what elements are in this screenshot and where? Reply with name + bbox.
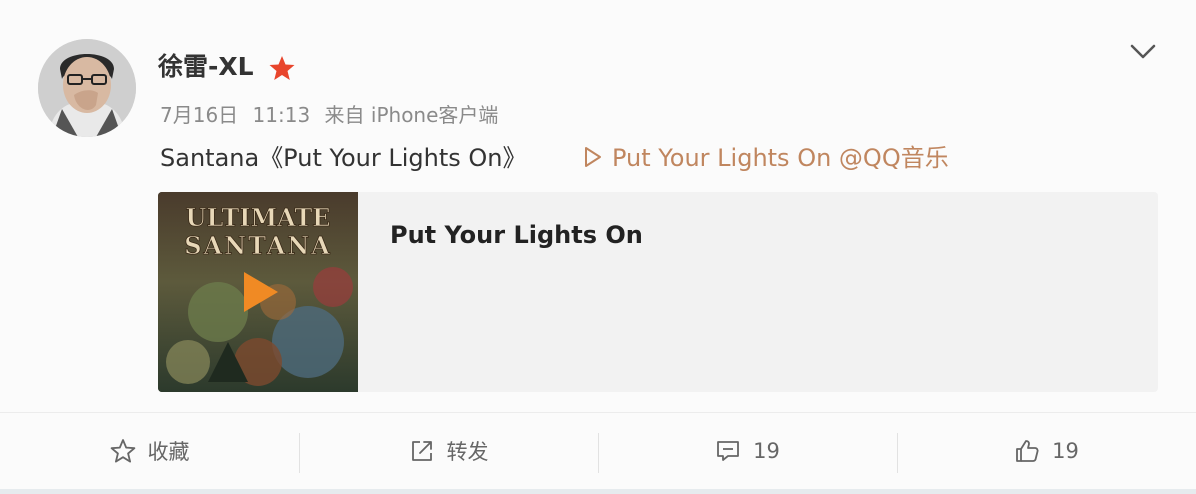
- star-icon: [110, 439, 135, 463]
- username[interactable]: 徐雷-XL: [158, 50, 254, 84]
- music-link[interactable]: Put Your Lights On @QQ音乐: [584, 141, 949, 175]
- post-meta: 7月16日 11:13 来自 iPhone客户端: [160, 100, 498, 130]
- album-cover[interactable]: ULTIMATE SANTANA: [158, 192, 358, 392]
- favorite-label: 收藏: [147, 440, 190, 464]
- post-date[interactable]: 7月16日: [160, 103, 238, 127]
- repost-button[interactable]: 转发: [299, 413, 598, 489]
- comment-button[interactable]: 19: [598, 413, 897, 489]
- weibo-post-card: 徐雷-XL 7月16日 11:13 来自 iPhone客户端 Santana《P…: [0, 0, 1196, 494]
- album-art-title-line1: ULTIMATE: [186, 203, 331, 232]
- album-art-image: ULTIMATE SANTANA: [158, 192, 358, 392]
- repost-label: 转发: [446, 440, 489, 464]
- star-badge-icon[interactable]: [268, 54, 296, 82]
- action-bar: 收藏 转发 19 19: [0, 413, 1196, 489]
- music-card-title[interactable]: Put Your Lights On: [390, 218, 643, 252]
- avatar-portrait-image: [38, 39, 136, 137]
- music-card[interactable]: ULTIMATE SANTANA Put Your Lights On: [158, 192, 1158, 392]
- play-outline-icon: [585, 147, 601, 167]
- post-source[interactable]: 来自 iPhone客户端: [325, 103, 499, 127]
- like-icon: [1016, 440, 1039, 462]
- chevron-down-icon[interactable]: [1128, 36, 1158, 66]
- album-art-title-line2: SANTANA: [184, 231, 332, 260]
- user-avatar[interactable]: [38, 39, 136, 137]
- comment-icon: [717, 441, 740, 461]
- like-count: 19: [1052, 439, 1079, 463]
- post-text: Santana《Put Your Lights On》: [160, 144, 527, 172]
- music-link-text: Put Your Lights On @QQ音乐: [612, 144, 949, 172]
- favorite-button[interactable]: 收藏: [0, 413, 299, 489]
- like-button[interactable]: 19: [897, 413, 1196, 489]
- comment-count: 19: [753, 439, 780, 463]
- post-time[interactable]: 11:13: [253, 103, 311, 127]
- share-icon: [411, 441, 432, 461]
- bottom-border: [0, 489, 1196, 494]
